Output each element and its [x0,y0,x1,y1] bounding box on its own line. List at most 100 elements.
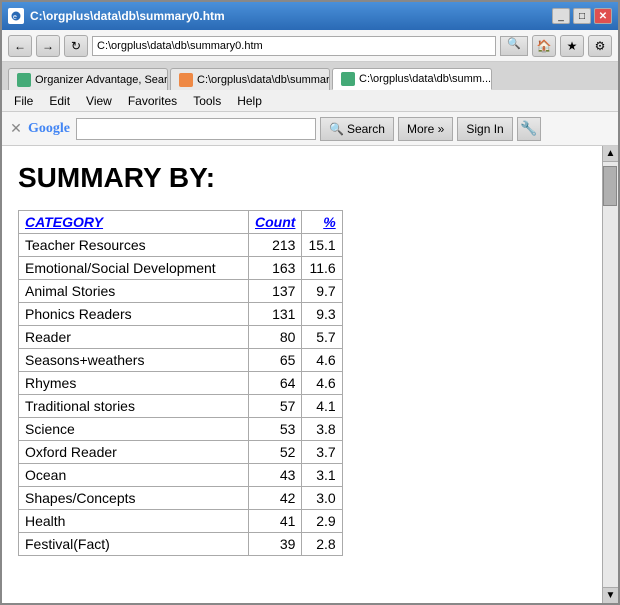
table-row: Seasons+weathers654.6 [19,349,343,372]
tabs-bar: Organizer Advantage, Search, ... ✕ C:\or… [2,62,618,90]
cell-percent: 4.1 [302,395,342,418]
cell-count: 80 [249,326,302,349]
home-button[interactable]: 🏠 [532,35,556,57]
browser-icon: e [8,8,24,24]
table-row: Festival(Fact)392.8 [19,533,343,556]
toolbar-settings-button[interactable]: 🔧 [517,117,541,141]
scroll-track[interactable] [603,162,618,587]
header-count: Count [249,211,302,234]
title-bar-left: e C:\orgplus\data\db\summary0.htm [8,8,225,24]
google-search-input[interactable] [76,118,316,140]
cell-count: 137 [249,280,302,303]
tab-2-label: C:\orgplus\data\db\summary... [197,74,330,86]
table-row: Teacher Resources21315.1 [19,234,343,257]
close-button[interactable]: ✕ [594,8,612,24]
table-row: Science533.8 [19,418,343,441]
cell-percent: 4.6 [302,349,342,372]
scroll-down-button[interactable]: ▼ [603,587,618,603]
window-controls: _ □ ✕ [552,8,612,24]
cell-count: 65 [249,349,302,372]
page-title: SUMMARY BY: [18,162,586,194]
tab-3-icon [341,72,355,86]
search-button-label: Search [347,122,385,136]
cell-percent: 11.6 [302,257,342,280]
scroll-up-button[interactable]: ▲ [603,146,618,162]
favorites-button[interactable]: ★ [560,35,584,57]
cell-category: Teacher Resources [19,234,249,257]
signin-button[interactable]: Sign In [457,117,512,141]
summary-table: CATEGORY Count % Teacher Resources21315.… [18,210,343,556]
cell-category: Animal Stories [19,280,249,303]
cell-percent: 9.3 [302,303,342,326]
main-content: SUMMARY BY: CATEGORY Count % Teacher Res… [2,146,602,603]
search-icon-button[interactable]: 🔍 [500,36,528,56]
menu-help[interactable]: Help [229,92,270,110]
more-button[interactable]: More » [398,117,453,141]
cell-count: 42 [249,487,302,510]
forward-button[interactable]: → [36,35,60,57]
cell-percent: 3.1 [302,464,342,487]
cell-category: Science [19,418,249,441]
cell-percent: 5.7 [302,326,342,349]
cell-category: Rhymes [19,372,249,395]
cell-count: 57 [249,395,302,418]
menu-tools[interactable]: Tools [185,92,229,110]
menu-favorites[interactable]: Favorites [120,92,185,110]
cell-category: Health [19,510,249,533]
table-row: Rhymes644.6 [19,372,343,395]
window-title: C:\orgplus\data\db\summary0.htm [30,9,225,23]
table-row: Health412.9 [19,510,343,533]
table-row: Ocean433.1 [19,464,343,487]
cell-category: Seasons+weathers [19,349,249,372]
title-bar: e C:\orgplus\data\db\summary0.htm _ □ ✕ [2,2,618,30]
search-button[interactable]: 🔍 Search [320,117,394,141]
cell-category: Traditional stories [19,395,249,418]
table-body: Teacher Resources21315.1Emotional/Social… [19,234,343,556]
maximize-button[interactable]: □ [573,8,591,24]
scroll-down-icon: ▼ [606,590,616,601]
table-row: Animal Stories1379.7 [19,280,343,303]
table-row: Phonics Readers1319.3 [19,303,343,326]
settings-icon: 🔧 [520,120,537,137]
cell-category: Emotional/Social Development [19,257,249,280]
settings-icon-button[interactable]: ⚙ [588,35,612,57]
cell-category: Festival(Fact) [19,533,249,556]
cell-count: 41 [249,510,302,533]
cell-percent: 3.8 [302,418,342,441]
tab-2[interactable]: C:\orgplus\data\db\summary... ✕ [170,68,330,90]
header-percent: % [302,211,342,234]
back-icon: ← [14,39,26,53]
table-row: Oxford Reader523.7 [19,441,343,464]
address-bar: ← → ↻ 🔍 🏠 ★ ⚙ [2,30,618,62]
refresh-button[interactable]: ↻ [64,35,88,57]
cell-count: 53 [249,418,302,441]
cell-percent: 2.8 [302,533,342,556]
signin-label: Sign In [466,122,503,136]
back-button[interactable]: ← [8,35,32,57]
forward-icon: → [42,39,54,53]
address-input[interactable] [92,36,496,56]
more-button-label: More » [407,122,444,136]
menu-edit[interactable]: Edit [41,92,78,110]
tab-3[interactable]: C:\orgplus\data\db\summ... ✕ [332,68,492,90]
tab-1[interactable]: Organizer Advantage, Search, ... ✕ [8,68,168,90]
cell-percent: 4.6 [302,372,342,395]
menu-view[interactable]: View [78,92,120,110]
cell-percent: 2.9 [302,510,342,533]
cell-category: Oxford Reader [19,441,249,464]
google-toolbar: ✕ Google 🔍 Search More » Sign In 🔧 [2,112,618,146]
vertical-scrollbar: ▲ ▼ [602,146,618,603]
toolbar-close-icon[interactable]: ✕ [8,121,24,137]
menu-bar: File Edit View Favorites Tools Help [2,90,618,112]
cell-count: 52 [249,441,302,464]
browser-window: e C:\orgplus\data\db\summary0.htm _ □ ✕ … [0,0,620,605]
minimize-button[interactable]: _ [552,8,570,24]
scroll-thumb[interactable] [603,166,617,206]
cell-category: Reader [19,326,249,349]
refresh-icon: ↻ [71,39,81,53]
scroll-up-icon: ▲ [606,148,616,159]
content-area: SUMMARY BY: CATEGORY Count % Teacher Res… [2,146,618,603]
cell-percent: 15.1 [302,234,342,257]
menu-file[interactable]: File [6,92,41,110]
cell-percent: 3.0 [302,487,342,510]
